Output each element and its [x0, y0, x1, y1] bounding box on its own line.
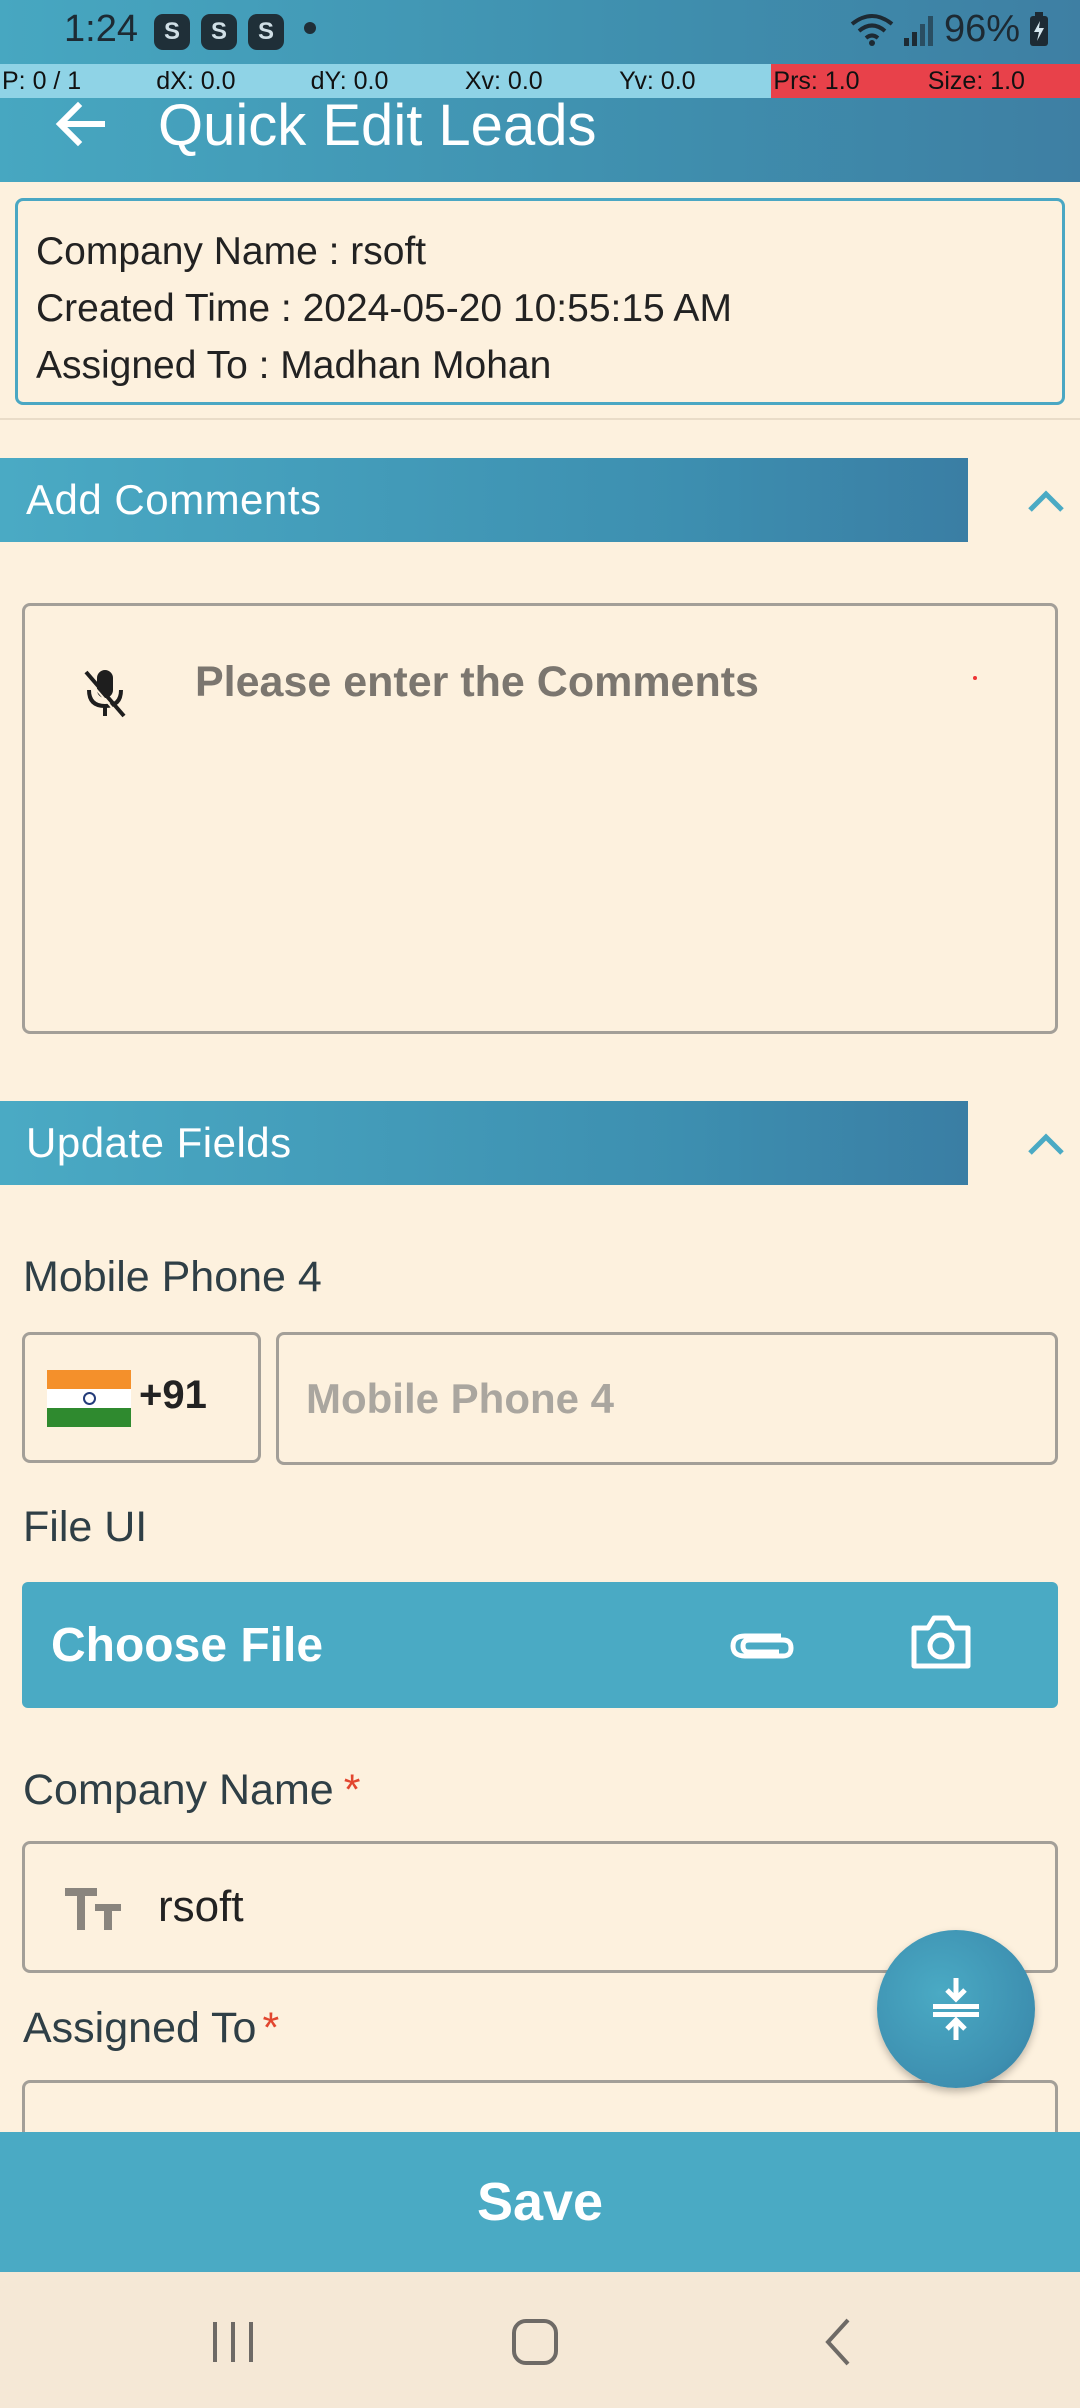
required-asterisk: *: [343, 1766, 361, 1814]
more-notifications-dot-icon: [304, 22, 316, 34]
status-right: 96%: [850, 8, 1050, 51]
back-nav-icon[interactable]: [808, 2314, 868, 2370]
recent-apps-icon[interactable]: [203, 2314, 263, 2370]
chevron-up-icon[interactable]: [1022, 480, 1070, 520]
company-name-label-text: Company Name: [23, 1766, 334, 1814]
assigned-to-label-text: Assigned To: [23, 2004, 257, 2052]
required-asterisk: *: [262, 2004, 280, 2052]
home-icon[interactable]: [505, 2314, 565, 2370]
info-created-time: Created Time : 2024-05-20 10:55:15 AM: [36, 287, 732, 330]
back-arrow-icon[interactable]: [50, 98, 110, 154]
divider: [0, 418, 1080, 420]
collapse-all-fab[interactable]: [877, 1930, 1035, 2088]
camera-icon[interactable]: [910, 1614, 972, 1670]
comments-textarea[interactable]: [195, 658, 995, 998]
debug-size: Size: 1.0: [925, 64, 1080, 98]
app-bar: Quick Edit Leads: [0, 93, 1080, 182]
notification-s-icon: S: [154, 14, 190, 50]
country-code-selector[interactable]: +91: [22, 1332, 261, 1463]
signal-icon: [903, 15, 933, 46]
debug-pressure: Prs: 1.0: [771, 64, 926, 98]
system-nav-bar: [0, 2272, 1080, 2408]
text-format-icon: [65, 1888, 121, 1930]
mic-off-icon[interactable]: [80, 666, 130, 722]
save-button[interactable]: Save: [0, 2132, 1080, 2272]
info-company: Company Name : rsoft: [36, 230, 427, 273]
status-bar: 1:24 S S S 96%: [0, 0, 1080, 64]
comments-box: [22, 603, 1058, 1034]
country-code: +91: [139, 1373, 207, 1417]
lead-info-card: Company Name : rsoft Created Time : 2024…: [15, 198, 1065, 405]
status-time: 1:24: [64, 8, 138, 50]
update-fields-header[interactable]: Update Fields: [0, 1101, 968, 1185]
debug-pointer: P: 0 / 1: [0, 64, 155, 98]
choose-file-label: Choose File: [51, 1619, 324, 1672]
notification-s-icon: S: [248, 14, 284, 50]
company-name-label: Company Name *: [23, 1766, 360, 1815]
page-title: Quick Edit Leads: [158, 93, 597, 158]
file-ui-label: File UI: [23, 1503, 148, 1551]
mobile-phone-label: Mobile Phone 4: [23, 1253, 322, 1301]
paperclip-icon[interactable]: [727, 1620, 797, 1670]
battery-percent: 96%: [943, 8, 1020, 50]
add-comments-header[interactable]: Add Comments: [0, 458, 968, 542]
wifi-icon: [850, 13, 894, 46]
mobile-phone-input[interactable]: [276, 1332, 1058, 1465]
choose-file-button[interactable]: Choose File: [22, 1582, 1058, 1708]
notification-s-icon: S: [201, 14, 237, 50]
india-flag-icon: [47, 1370, 131, 1427]
company-name-input[interactable]: [158, 1872, 858, 1942]
chevron-up-icon[interactable]: [1022, 1123, 1070, 1163]
assigned-to-label: Assigned To *: [23, 2004, 279, 2053]
battery-charging-icon: [1030, 11, 1048, 46]
vertical-align-center-icon: [933, 1978, 979, 2040]
red-dot-marker: [973, 676, 977, 680]
info-assigned-to: Assigned To : Madhan Mohan: [36, 344, 552, 387]
debug-yv: Yv: 0.0: [617, 64, 772, 98]
